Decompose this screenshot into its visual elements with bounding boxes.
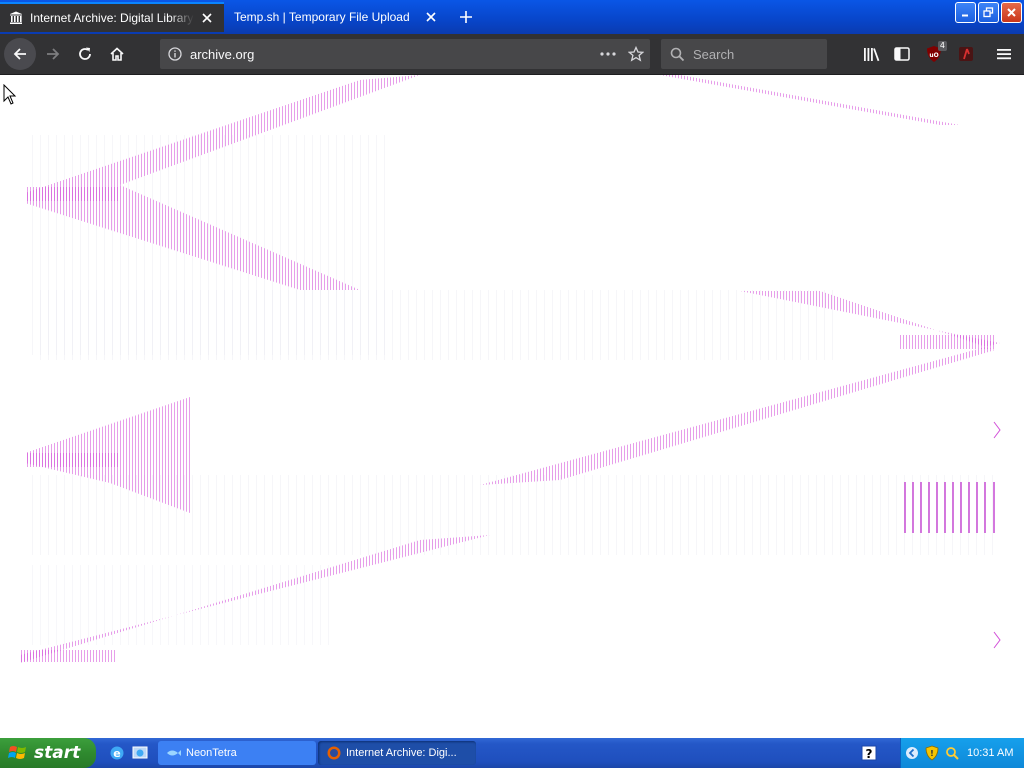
windows-flag-icon: [8, 746, 26, 759]
site-info-icon[interactable]: [160, 47, 190, 61]
start-button[interactable]: start: [0, 738, 96, 768]
ublock-origin-button[interactable]: uO 4: [918, 38, 950, 70]
close-window-button[interactable]: [1001, 2, 1022, 23]
extension-button[interactable]: [950, 38, 982, 70]
library-icon: [863, 47, 879, 61]
navigation-toolbar: archive.org Search uO 4: [0, 34, 1024, 75]
help-icon[interactable]: ?: [861, 745, 877, 761]
tab-internet-archive[interactable]: Internet Archive: Digital Library of Fre…: [0, 2, 224, 32]
taskbar-item-internet-archive[interactable]: Internet Archive: Digi...: [318, 741, 476, 765]
clock[interactable]: 10:31 AM: [967, 747, 1013, 759]
ublock-badge: 4: [937, 41, 947, 51]
search-box[interactable]: Search: [661, 39, 827, 69]
reload-icon: [79, 47, 91, 60]
reload-button[interactable]: [69, 38, 101, 70]
start-label: start: [34, 743, 81, 763]
sidebar-icon: [894, 47, 910, 61]
forward-button[interactable]: [37, 38, 69, 70]
security-shield-icon[interactable]: !: [923, 744, 941, 762]
tab-strip: Internet Archive: Digital Library of Fre…: [0, 0, 1024, 34]
page-content[interactable]: [0, 75, 1024, 738]
open-menu-button[interactable]: [988, 38, 1020, 70]
svg-text:!: !: [930, 749, 934, 758]
address-bar[interactable]: archive.org: [160, 39, 650, 69]
sidebar-button[interactable]: [886, 38, 918, 70]
close-tab-icon[interactable]: [422, 8, 440, 26]
taskbar-item-neontetra[interactable]: NeonTetra: [158, 741, 316, 765]
task-label: Internet Archive: Digi...: [346, 747, 457, 759]
tray-expand-icon[interactable]: [903, 744, 921, 762]
svg-text:uO: uO: [929, 52, 938, 59]
taskbar: start e NeonTetra Internet Archive: Digi…: [0, 738, 1024, 768]
back-button[interactable]: [4, 38, 36, 70]
archive-building-icon: [8, 10, 24, 26]
new-tab-button[interactable]: [452, 4, 480, 30]
quicklaunch-ie-icon[interactable]: e: [107, 743, 127, 763]
firefox-icon: [326, 745, 342, 761]
close-tab-icon[interactable]: [198, 9, 216, 27]
fish-icon: [166, 745, 182, 761]
home-button[interactable]: [101, 38, 133, 70]
forward-arrow-icon: [47, 48, 60, 60]
minimize-button[interactable]: [955, 2, 976, 23]
svg-text:?: ?: [866, 747, 873, 761]
url-text[interactable]: archive.org: [190, 47, 594, 62]
mouse-pointer-icon: [3, 84, 17, 105]
library-button[interactable]: [855, 38, 887, 70]
search-tray-icon[interactable]: [943, 744, 961, 762]
quicklaunch-show-desktop-icon[interactable]: [130, 743, 150, 763]
tab-title: Temp.sh | Temporary File Upload: [234, 10, 410, 24]
page-actions-icon[interactable]: [594, 52, 622, 56]
home-icon: [110, 47, 124, 61]
system-tray: ! 10:31 AM: [900, 738, 1024, 768]
rendering-artifacts: [20, 75, 1001, 663]
back-arrow-icon: [13, 48, 26, 60]
tab-temp-sh[interactable]: Temp.sh | Temporary File Upload: [226, 2, 448, 32]
task-label: NeonTetra: [186, 747, 237, 759]
svg-text:e: e: [113, 747, 120, 760]
hamburger-menu-icon: [997, 49, 1011, 60]
restore-button[interactable]: [978, 2, 999, 23]
bookmark-star-icon[interactable]: [622, 46, 650, 62]
extension-icon: [959, 47, 973, 61]
search-placeholder: Search: [693, 46, 735, 62]
tab-title: Internet Archive: Digital Library of Fre…: [30, 11, 194, 25]
search-icon: [661, 47, 693, 62]
